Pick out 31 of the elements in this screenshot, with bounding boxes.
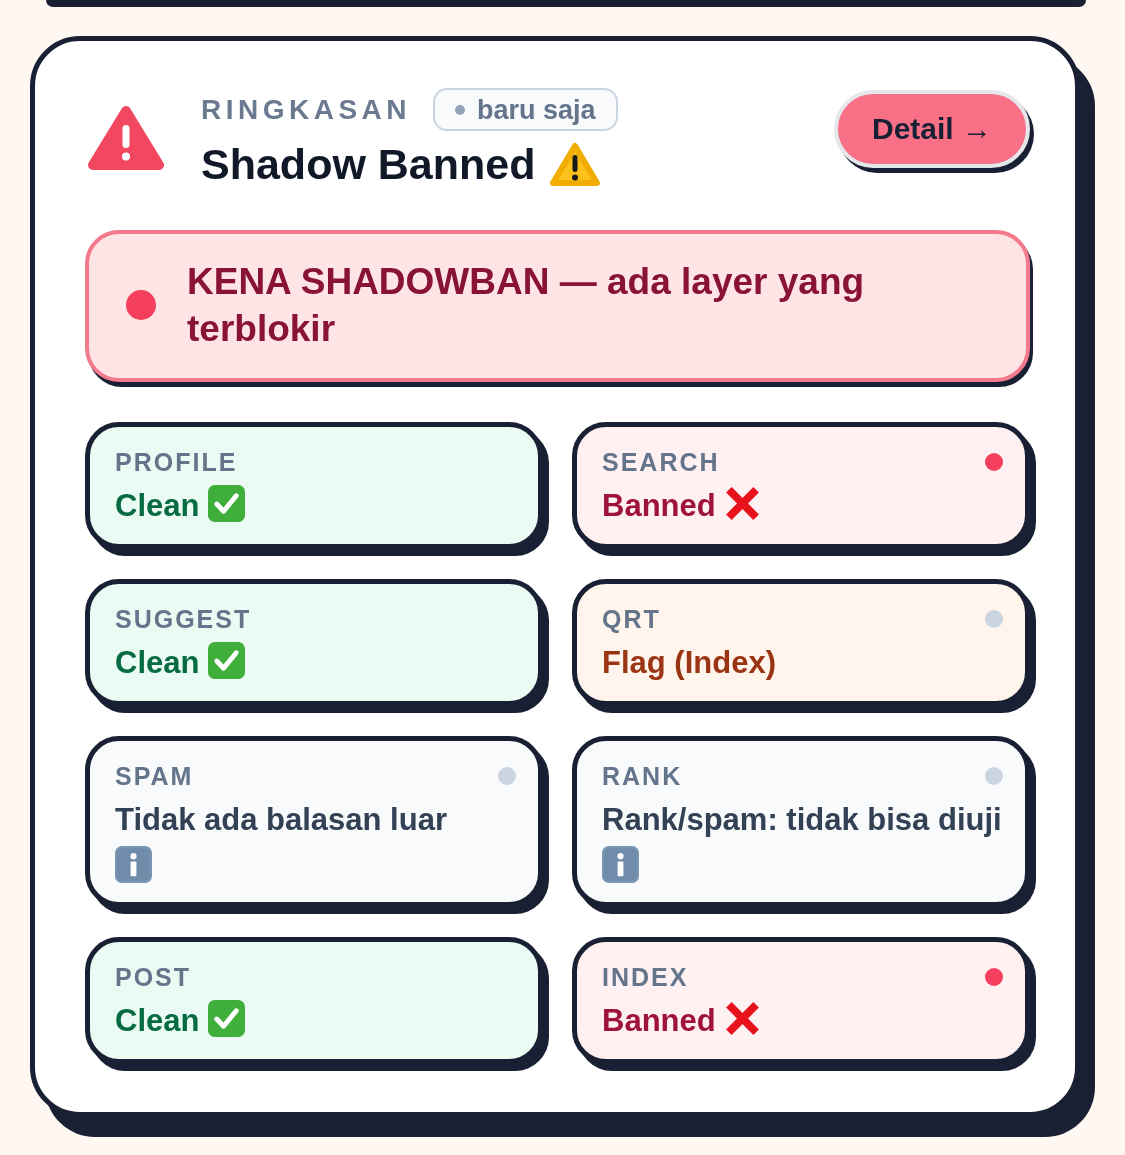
layer-status: Tidak ada balasan luar (115, 802, 447, 837)
layer-status: Clean (115, 488, 200, 523)
check-icon (208, 485, 246, 522)
layer-label: SPAM (115, 761, 194, 791)
layer-label: POST (115, 962, 192, 992)
status-dot-icon (126, 290, 156, 320)
layer-label: SEARCH (602, 447, 720, 477)
cross-icon (724, 1000, 762, 1037)
warning-icon (88, 105, 164, 171)
warning-icon (549, 140, 602, 188)
layer-label: SUGGEST (115, 604, 252, 634)
section-label: RINGKASAN (201, 92, 412, 127)
layer-status: Clean (115, 645, 200, 680)
dot-icon (455, 104, 466, 115)
check-icon (208, 642, 246, 679)
layer-label: RANK (602, 761, 683, 791)
cross-icon (724, 485, 762, 522)
layer-label: INDEX (602, 962, 689, 992)
layer-status: Rank/spam: tidak bisa diuji (602, 802, 1002, 837)
alert-text: KENA SHADOWBAN — ada layer yang terblokir (187, 260, 866, 351)
layer-label: PROFILE (115, 447, 238, 477)
info-icon (602, 846, 639, 883)
summary-title: Shadow Banned (201, 140, 536, 188)
layer-label: QRT (602, 604, 661, 634)
layer-status: Clean (115, 1003, 200, 1038)
badge-text: baru saja (477, 93, 596, 126)
layer-status: Banned (602, 1003, 716, 1038)
layer-status: Banned (602, 488, 716, 523)
check-icon (208, 1000, 246, 1037)
info-icon (115, 846, 152, 883)
layer-status: Flag (Index) (602, 645, 776, 680)
